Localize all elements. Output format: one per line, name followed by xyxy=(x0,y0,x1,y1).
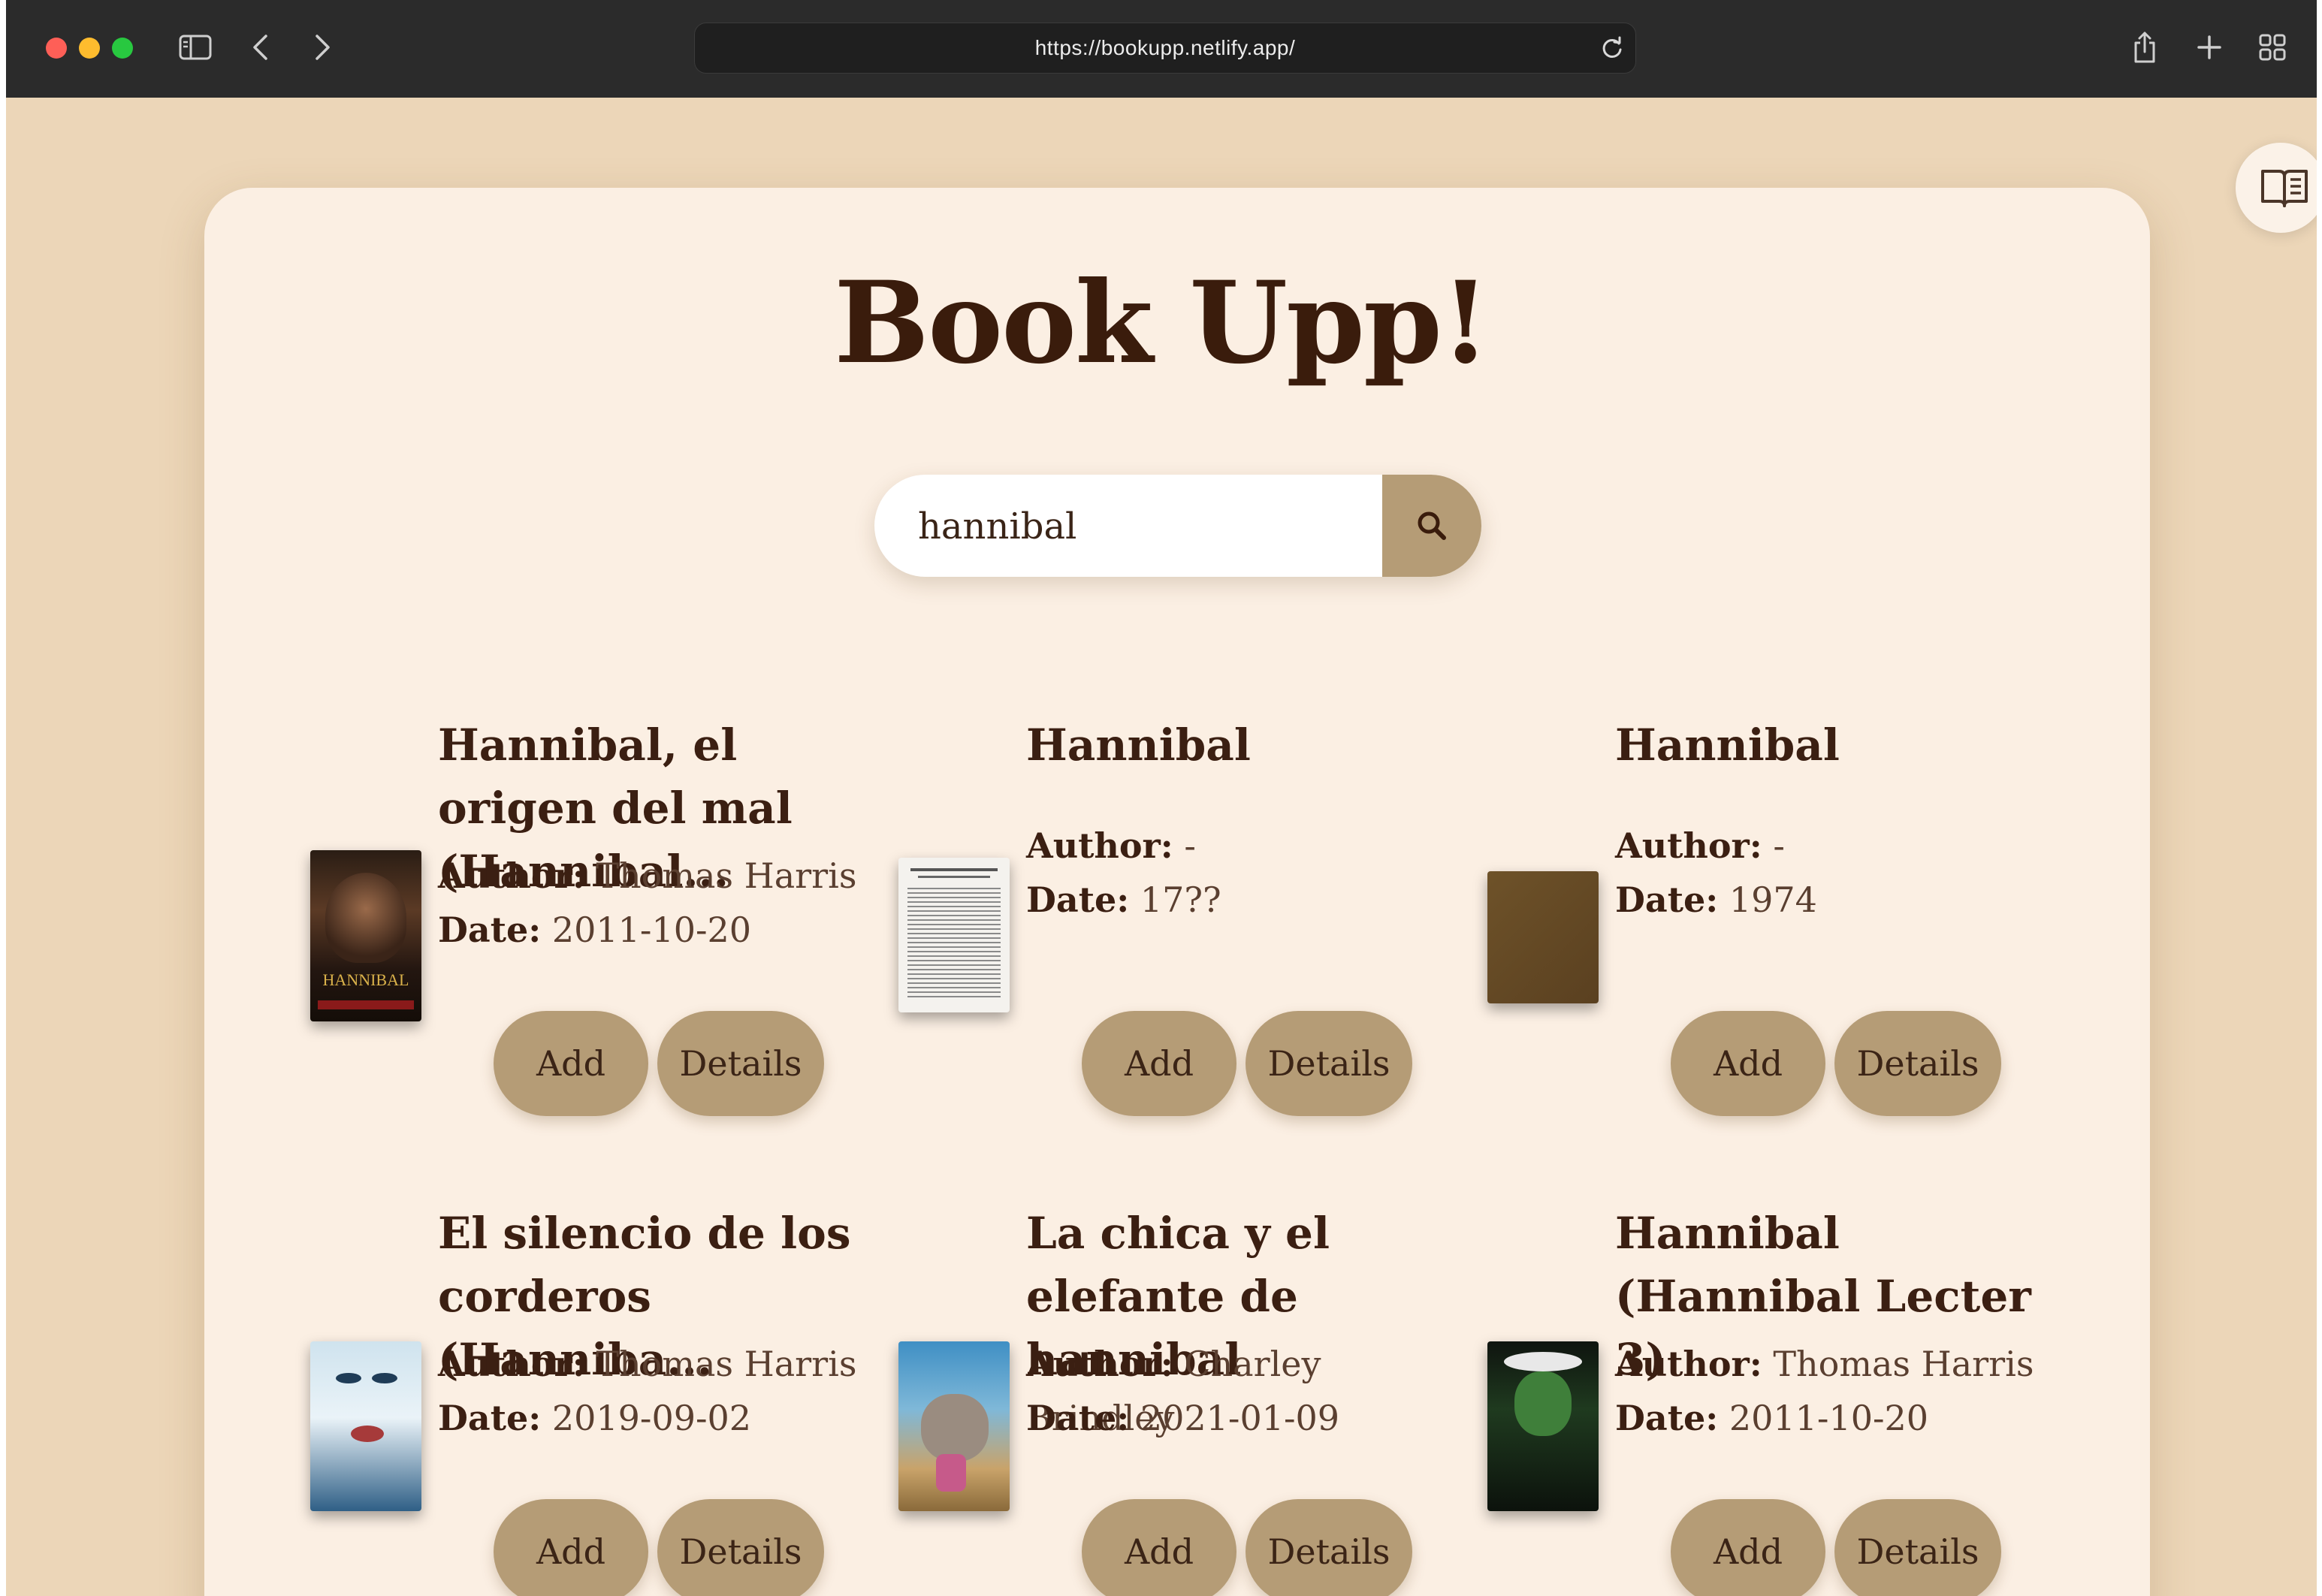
date-value: 2021-01-09 xyxy=(1140,1398,1340,1438)
book-title: Hannibal xyxy=(1026,720,1251,771)
book-title: Hannibal xyxy=(1615,720,1840,771)
book-card: La chica y el elefante de hannibal Autho… xyxy=(898,1202,1454,1596)
book-date: Date: 2019-09-02 xyxy=(438,1391,874,1445)
date-label: Date: xyxy=(1615,1398,1719,1438)
book-author: Author: - xyxy=(1026,819,1462,873)
author-label: Author: xyxy=(1026,1344,1173,1384)
author-label: Author: xyxy=(438,855,585,896)
book-card: Hannibal Author: - Date: 1974 Add Detail… xyxy=(1487,714,2043,1134)
book-date: Date: 2011-10-20 xyxy=(438,903,874,957)
add-button[interactable]: Add xyxy=(494,1011,648,1116)
author-value: - xyxy=(1184,825,1196,866)
tab-overview-icon[interactable] xyxy=(2255,29,2290,66)
author-value: Thomas Harris xyxy=(1773,1344,2034,1384)
url-text: https://bookupp.netlify.app/ xyxy=(1034,36,1296,59)
search-input[interactable] xyxy=(916,475,1370,578)
date-label: Date: xyxy=(1615,879,1719,920)
author-value: - xyxy=(1773,825,1785,866)
details-button[interactable]: Details xyxy=(657,1011,824,1116)
new-tab-icon[interactable] xyxy=(2192,29,2227,66)
date-label: Date: xyxy=(1026,1398,1130,1438)
details-button[interactable]: Details xyxy=(1834,1499,2001,1596)
author-label: Author: xyxy=(438,1344,585,1384)
details-button[interactable]: Details xyxy=(1834,1011,2001,1116)
book-cover[interactable] xyxy=(898,1341,1010,1511)
share-icon[interactable] xyxy=(2127,29,2162,66)
close-window-button[interactable] xyxy=(46,38,67,59)
page-title: Book Upp! xyxy=(834,257,1490,389)
date-value: 1974 xyxy=(1729,879,1817,920)
reload-icon[interactable] xyxy=(1599,35,1625,61)
author-label: Author: xyxy=(1615,1344,1762,1384)
book-date: Date: 1974 xyxy=(1615,873,2051,927)
details-button[interactable]: Details xyxy=(1246,1011,1412,1116)
search-button[interactable] xyxy=(1382,475,1481,577)
book-card: El silencio de los corderos (Hanniba... … xyxy=(310,1202,866,1596)
add-button[interactable]: Add xyxy=(494,1499,648,1596)
date-label: Date: xyxy=(1026,879,1130,920)
book-author: Author: Thomas Harris xyxy=(1615,1337,2051,1391)
date-label: Date: xyxy=(438,1398,542,1438)
add-button[interactable]: Add xyxy=(1082,1011,1236,1116)
book-cover[interactable] xyxy=(1487,1341,1599,1511)
address-bar[interactable]: https://bookupp.netlify.app/ xyxy=(694,23,1636,74)
add-button[interactable]: Add xyxy=(1671,1011,1825,1116)
author-label: Author: xyxy=(1026,825,1173,866)
book-card: Hannibal Author: - Date: 17?? Add Detail… xyxy=(898,714,1454,1134)
add-button[interactable]: Add xyxy=(1671,1499,1825,1596)
add-button[interactable]: Add xyxy=(1082,1499,1236,1596)
back-icon[interactable] xyxy=(245,29,275,66)
book-cover[interactable] xyxy=(898,858,1010,1012)
book-date: Date: 17?? xyxy=(1026,873,1462,927)
maximize-window-button[interactable] xyxy=(112,38,133,59)
book-card: Hannibal (Hannibal Lecter 3) Author: Tho… xyxy=(1487,1202,2043,1596)
author-label: Author: xyxy=(1615,825,1762,866)
reader-icon xyxy=(2261,170,2308,207)
date-value: 17?? xyxy=(1140,879,1221,920)
search-bar xyxy=(874,475,1481,578)
date-label: Date: xyxy=(438,910,542,950)
reader-mode-button[interactable] xyxy=(2236,143,2317,233)
forward-icon[interactable] xyxy=(308,29,338,66)
book-cover[interactable]: HANNIBAL xyxy=(310,850,421,1021)
book-author: Author: Thomas Harris xyxy=(438,849,874,903)
date-value: 2011-10-20 xyxy=(1729,1398,1929,1438)
book-date: Date: 2011-10-20 xyxy=(1615,1391,2051,1445)
author-value: Thomas Harris xyxy=(596,855,857,896)
details-button[interactable]: Details xyxy=(1246,1499,1412,1596)
book-date: Date: 2021-01-09 xyxy=(1026,1391,1462,1445)
book-author: Author: - xyxy=(1615,819,2051,873)
browser-window: https://bookupp.netlify.app/ Book Upp! h… xyxy=(6,0,2317,1596)
search-icon xyxy=(1418,511,1446,540)
details-button[interactable]: Details xyxy=(657,1499,824,1596)
author-value: Thomas Harris xyxy=(596,1344,857,1384)
book-card: HANNIBAL Hannibal, el origen del mal (Ha… xyxy=(310,714,866,1134)
date-value: 2011-10-20 xyxy=(551,910,752,950)
book-author: Author: Thomas Harris xyxy=(438,1337,874,1391)
book-cover[interactable] xyxy=(310,1341,421,1511)
sidebar-icon[interactable] xyxy=(174,29,216,66)
minimize-window-button[interactable] xyxy=(79,38,100,59)
cover-title: HANNIBAL xyxy=(322,970,409,989)
browser-toolbar: https://bookupp.netlify.app/ xyxy=(6,0,2317,98)
book-cover[interactable] xyxy=(1487,871,1599,1003)
date-value: 2019-09-02 xyxy=(551,1398,752,1438)
